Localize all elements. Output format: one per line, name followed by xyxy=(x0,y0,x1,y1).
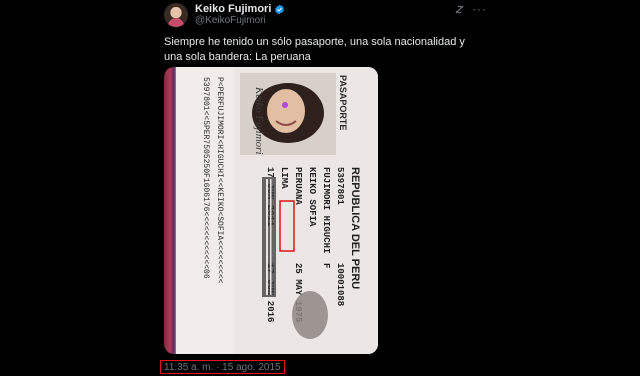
tweet: Keiko Fujimori @KeikoFujimori ··· Siempr… xyxy=(150,0,490,376)
more-options-icon[interactable]: ··· xyxy=(472,2,487,16)
verified-badge-icon xyxy=(275,4,285,14)
author-name[interactable]: Keiko Fujimori xyxy=(195,3,271,15)
passport-sex: F xyxy=(321,263,331,268)
grok-icon[interactable] xyxy=(454,4,465,15)
author-row: Keiko Fujimori xyxy=(195,3,285,15)
passport-number: 5397801 xyxy=(335,167,345,205)
signature-text: Keiko Fujimori xyxy=(253,86,265,155)
signature: Keiko Fujimori xyxy=(253,86,265,155)
passport-nationality: PERUANA xyxy=(293,167,303,205)
mrz-line-1: P<PERFUJIMORI<HIGUCHI<<KEIKO<SOFIA<<<<<<… xyxy=(215,77,224,284)
timestamp-highlight: 11:35 a. m. · 15 ago. 2015 xyxy=(160,360,285,374)
passport-place: LIMA xyxy=(279,167,289,189)
tweet-timestamp[interactable]: 11:35 a. m. · 15 ago. 2015 xyxy=(164,362,281,373)
tweet-photo[interactable]: PASAPORTE REPUBLICA DEL PERU 5397801 FUJ… xyxy=(164,67,378,354)
passport-given-names: KEIKO SOFIA xyxy=(307,167,317,227)
passport-title: PASAPORTE xyxy=(338,75,348,130)
country-name: REPUBLICA DEL PERU xyxy=(349,167,361,289)
barcode-area xyxy=(262,177,276,297)
author-handle[interactable]: @KeikoFujimori xyxy=(195,15,266,26)
passport-id-number: 10001088 xyxy=(335,263,345,306)
ghost-photo xyxy=(292,291,328,339)
passport-header: PASAPORTE xyxy=(338,75,348,130)
passport-photo: PASAPORTE REPUBLICA DEL PERU 5397801 FUJ… xyxy=(176,67,378,354)
avatar[interactable] xyxy=(164,3,188,27)
tweet-text: Siempre he tenido un sólo pasaporte, una… xyxy=(164,36,465,63)
passport-surname: FUJIMORI HIGUCHI xyxy=(321,167,331,253)
mrz-line-2: 5397801<<5PER7505250F1606176<<<<<<<<<<<<… xyxy=(201,77,210,279)
